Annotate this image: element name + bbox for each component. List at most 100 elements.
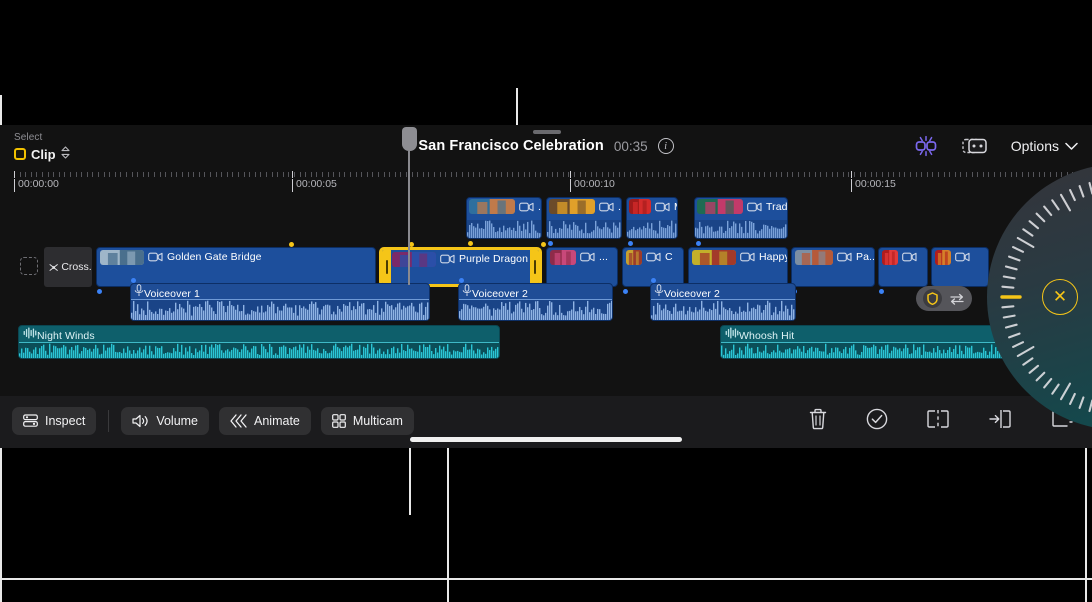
ruler-minor-tick <box>697 172 699 177</box>
broll-clip[interactable]: Traditi... <box>694 197 788 239</box>
audio-waveform-icon <box>725 326 739 343</box>
ruler-minor-tick <box>831 172 833 177</box>
ruler-minor-tick <box>411 172 413 177</box>
clip-thumbnail <box>469 199 515 214</box>
voiceover-clip[interactable]: Voiceover 1 <box>130 283 430 321</box>
video-camera-icon <box>837 252 852 262</box>
trim-handle-left[interactable] <box>382 250 391 284</box>
video-clip[interactable]: Golden Gate Bridge <box>96 247 376 287</box>
toolbar-button-inspect[interactable]: Inspect <box>12 407 97 435</box>
ruler-minor-tick <box>210 172 211 177</box>
ruler-minor-tick <box>725 172 727 177</box>
thumb <box>469 199 515 214</box>
ruler-minor-tick <box>417 172 419 177</box>
toolbar-button-animate[interactable]: Animate <box>219 407 311 435</box>
clip-marker-dot <box>548 241 553 246</box>
ruler-minor-tick <box>148 172 150 177</box>
ruler-minor-tick <box>1022 172 1023 177</box>
ruler-minor-tick <box>310 172 312 177</box>
microphone-icon <box>134 284 144 296</box>
ruler-minor-tick <box>506 172 508 177</box>
close-dial-button[interactable]: ✕ <box>1042 279 1078 315</box>
ruler-minor-tick <box>1010 172 1012 177</box>
video-clip[interactable] <box>931 247 989 287</box>
ruler-minor-tick <box>663 172 665 177</box>
playhead-handle[interactable] <box>402 127 417 151</box>
ruler-minor-tick <box>467 172 469 177</box>
ruler-label: 00:00:00 <box>14 178 59 192</box>
waveform <box>131 300 429 320</box>
ruler-minor-tick <box>702 172 704 177</box>
clip-thumbnail <box>100 249 144 265</box>
video-clip[interactable] <box>878 247 928 287</box>
duplicate-stack-icon[interactable] <box>961 135 989 157</box>
video-camera-icon <box>655 202 670 212</box>
check-circle-icon[interactable] <box>866 408 888 430</box>
ruler-minor-tick <box>406 172 407 177</box>
ruler-minor-tick <box>126 172 127 177</box>
ruler-minor-tick <box>226 172 228 177</box>
shield-badge-icon[interactable] <box>923 289 942 308</box>
video-clip[interactable]: Pa... <box>791 247 875 287</box>
waveform <box>651 300 795 320</box>
ruler-minor-tick <box>327 172 329 177</box>
clip-name: M <box>674 201 677 213</box>
guide-line <box>1085 430 1087 602</box>
transition-clip[interactable]: Cross... <box>44 247 92 287</box>
ruler-minor-tick <box>730 172 732 177</box>
ruler-minor-tick <box>781 172 783 177</box>
ruler-minor-tick <box>193 172 195 177</box>
toolbar-button-label: Multicam <box>352 414 403 428</box>
ruler-minor-tick <box>646 172 648 177</box>
ruler-minor-tick <box>523 172 525 177</box>
clip-waveform <box>459 299 612 320</box>
timeline-ruler[interactable]: 00:00:00 00:00:05 00:00:10 00:00:15 <box>0 171 1092 197</box>
info-icon[interactable]: i <box>657 138 674 154</box>
clip-waveform <box>651 299 795 320</box>
ruler-minor-tick <box>198 172 200 177</box>
clip-inner: ... <box>547 248 617 286</box>
video-camera-icon <box>740 252 755 262</box>
ruler-minor-tick <box>394 172 396 177</box>
video-clip[interactable]: Happy... <box>688 247 788 287</box>
ruler-minor-tick <box>719 172 721 177</box>
music-clip[interactable]: Night Winds <box>18 325 500 359</box>
window-grabber[interactable] <box>533 130 561 134</box>
trim-handle-right[interactable] <box>530 250 539 284</box>
video-clip[interactable]: ... <box>546 247 618 287</box>
ruler-minor-tick <box>30 172 32 177</box>
ruler-minor-tick <box>456 172 458 177</box>
split-right-icon[interactable] <box>988 409 1012 429</box>
ruler-minor-tick <box>848 172 850 177</box>
toolbar-button-multicam[interactable]: Multicam <box>320 407 414 435</box>
broll-clip[interactable]: ... <box>546 197 622 239</box>
clip-name: ... <box>538 200 541 213</box>
ruler-minor-tick <box>579 172 581 177</box>
ruler-minor-tick <box>966 172 967 177</box>
broll-clip[interactable]: M <box>626 197 678 239</box>
ruler-minor-tick <box>338 172 340 177</box>
broll-clip[interactable]: ... <box>466 197 542 239</box>
split-clip-icon[interactable] <box>926 409 950 429</box>
thumb <box>549 199 595 214</box>
swap-arrows-icon[interactable] <box>949 292 965 306</box>
options-button[interactable]: Options <box>1011 138 1078 154</box>
trash-icon[interactable] <box>808 408 828 430</box>
magic-enhance-icon[interactable] <box>913 135 939 157</box>
ruler-major-tick <box>292 171 293 178</box>
toolbar-button-volume[interactable]: Volume <box>121 407 210 435</box>
audio-waveform-icon <box>23 326 37 343</box>
ruler-minor-tick <box>137 172 139 177</box>
ruler-minor-tick <box>904 172 906 177</box>
ruler-minor-tick <box>42 172 43 177</box>
ruler-minor-tick <box>842 172 844 177</box>
voiceover-clip[interactable]: Voiceover 2 <box>458 283 613 321</box>
video-camera-icon <box>646 252 661 262</box>
ruler-minor-tick <box>490 172 491 177</box>
ruler-minor-tick <box>170 172 172 177</box>
ruler-minor-tick <box>238 172 239 177</box>
ruler-minor-tick <box>299 172 301 177</box>
voiceover-clip[interactable]: Voiceover 2 <box>650 283 796 321</box>
ruler-minor-tick <box>686 172 687 177</box>
clip-badge-pill[interactable] <box>916 286 972 311</box>
